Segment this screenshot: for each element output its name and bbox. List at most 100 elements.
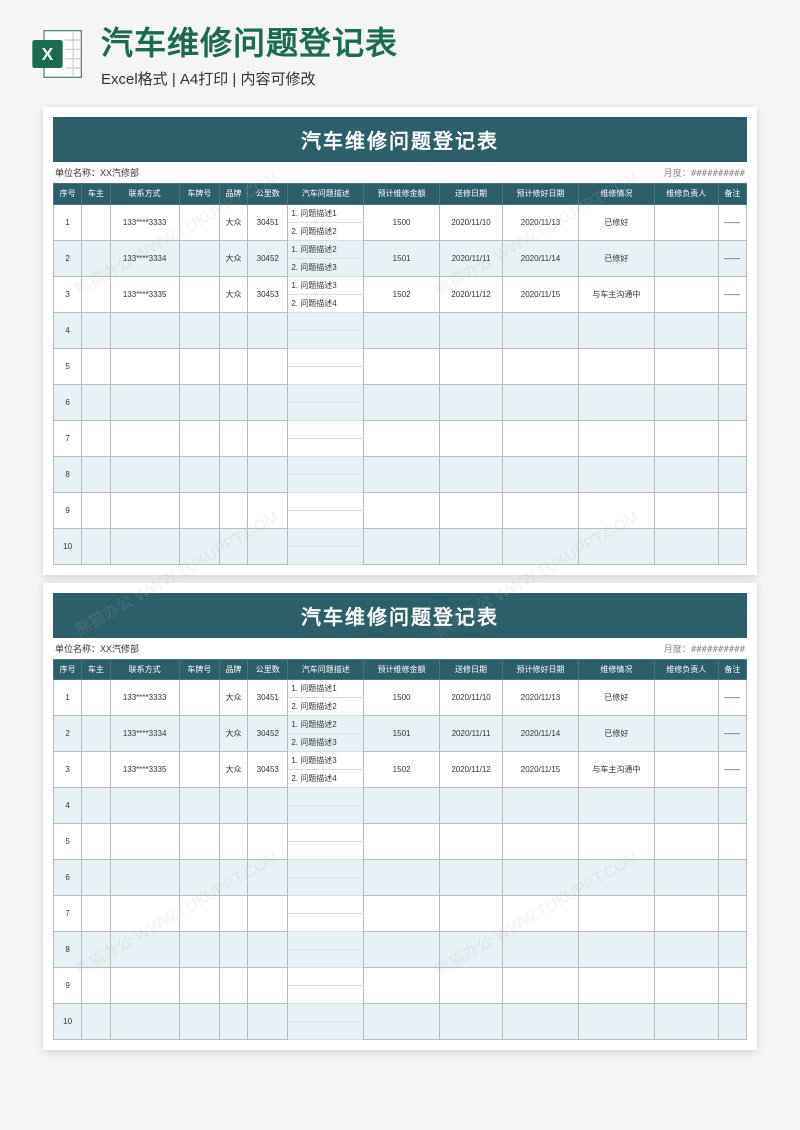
desc1-cell [288,932,364,950]
phone-cell: 133****3335 [110,752,179,788]
person-cell [654,384,718,420]
form-banner: 汽车维修问题登记表 [53,593,747,638]
person-cell [654,492,718,528]
person-cell [654,968,718,1004]
seq-cell: 6 [54,384,82,420]
col-header: 汽车问题描述 [288,659,364,680]
desc2-cell [288,438,364,456]
plate-cell [179,716,219,752]
send-cell: 2020/11/10 [439,204,502,240]
amount-cell [364,348,440,384]
brand-cell [219,788,247,824]
desc1-cell [288,384,364,402]
km-cell [248,824,288,860]
note-cell [718,932,746,968]
meta-left: 单位名称：XX汽修部 [55,166,139,179]
send-cell: 2020/11/11 [439,716,502,752]
plate-cell [179,528,219,564]
svg-text:X: X [42,43,54,63]
seq-cell: 3 [54,752,82,788]
amount-cell [364,860,440,896]
km-cell [248,788,288,824]
km-cell [248,1004,288,1040]
main-title: 汽车维修问题登记表 [101,18,770,64]
col-header: 联系方式 [110,184,179,205]
col-header: 维修情况 [578,659,654,680]
done-cell [503,456,579,492]
amount-cell [364,456,440,492]
done-cell: 2020/11/15 [503,276,579,312]
desc1-cell: 1. 问题描述3 [288,276,364,294]
km-cell [248,420,288,456]
send-cell [439,788,502,824]
km-cell [248,860,288,896]
meta-right: 月度：########## [664,642,745,655]
done-cell [503,384,579,420]
col-header: 送修日期 [439,659,502,680]
status-cell [578,420,654,456]
desc1-cell: 1. 问题描述2 [288,716,364,734]
desc1-cell [288,896,364,914]
brand-cell [219,896,247,932]
km-cell [248,528,288,564]
desc2-cell [288,546,364,564]
seq-cell: 2 [54,716,82,752]
desc1-cell: 1. 问题描述1 [288,204,364,222]
col-header: 品牌 [219,659,247,680]
seq-cell: 9 [54,968,82,1004]
km-cell [248,384,288,420]
note-cell: —— [718,680,746,716]
km-cell [248,932,288,968]
person-cell [654,420,718,456]
table-row: 4 [54,788,747,806]
status-cell: 已修好 [578,680,654,716]
seq-cell: 4 [54,788,82,824]
status-cell [578,528,654,564]
km-cell [248,968,288,1004]
table-row: 8 [54,932,747,950]
table-row: 10 [54,528,747,546]
col-header: 车主 [82,659,110,680]
page-2: 汽车维修问题登记表 单位名称：XX汽修部 月度：########## 序号车主联… [43,583,757,1051]
col-header: 公里数 [248,184,288,205]
send-cell: 2020/11/10 [439,680,502,716]
plate-cell [179,240,219,276]
plate-cell [179,384,219,420]
seq-cell: 2 [54,240,82,276]
desc2-cell: 2. 问题描述2 [288,222,364,240]
send-cell [439,492,502,528]
plate-cell [179,968,219,1004]
desc1-cell [288,528,364,546]
plate-cell [179,860,219,896]
phone-cell [110,896,179,932]
brand-cell [219,528,247,564]
phone-cell [110,1004,179,1040]
seq-cell: 3 [54,276,82,312]
owner-cell [82,348,110,384]
note-cell [718,968,746,1004]
status-cell [578,824,654,860]
owner-cell [82,932,110,968]
desc1-cell: 1. 问题描述3 [288,752,364,770]
done-cell [503,528,579,564]
table-row: 7 [54,420,747,438]
seq-cell: 5 [54,824,82,860]
meta-row: 单位名称：XX汽修部 月度：########## [53,638,747,659]
desc1-cell [288,312,364,330]
person-cell [654,312,718,348]
amount-cell [364,896,440,932]
owner-cell [82,896,110,932]
col-header: 维修负责人 [654,659,718,680]
note-cell [718,788,746,824]
meta-right: 月度：########## [664,166,745,179]
note-cell [718,492,746,528]
col-header: 维修负责人 [654,184,718,205]
seq-cell: 1 [54,204,82,240]
desc2-cell: 2. 问题描述3 [288,258,364,276]
table-row: 5 [54,348,747,366]
status-cell: 已修好 [578,716,654,752]
amount-cell: 1501 [364,716,440,752]
owner-cell [82,420,110,456]
owner-cell [82,492,110,528]
send-cell [439,456,502,492]
